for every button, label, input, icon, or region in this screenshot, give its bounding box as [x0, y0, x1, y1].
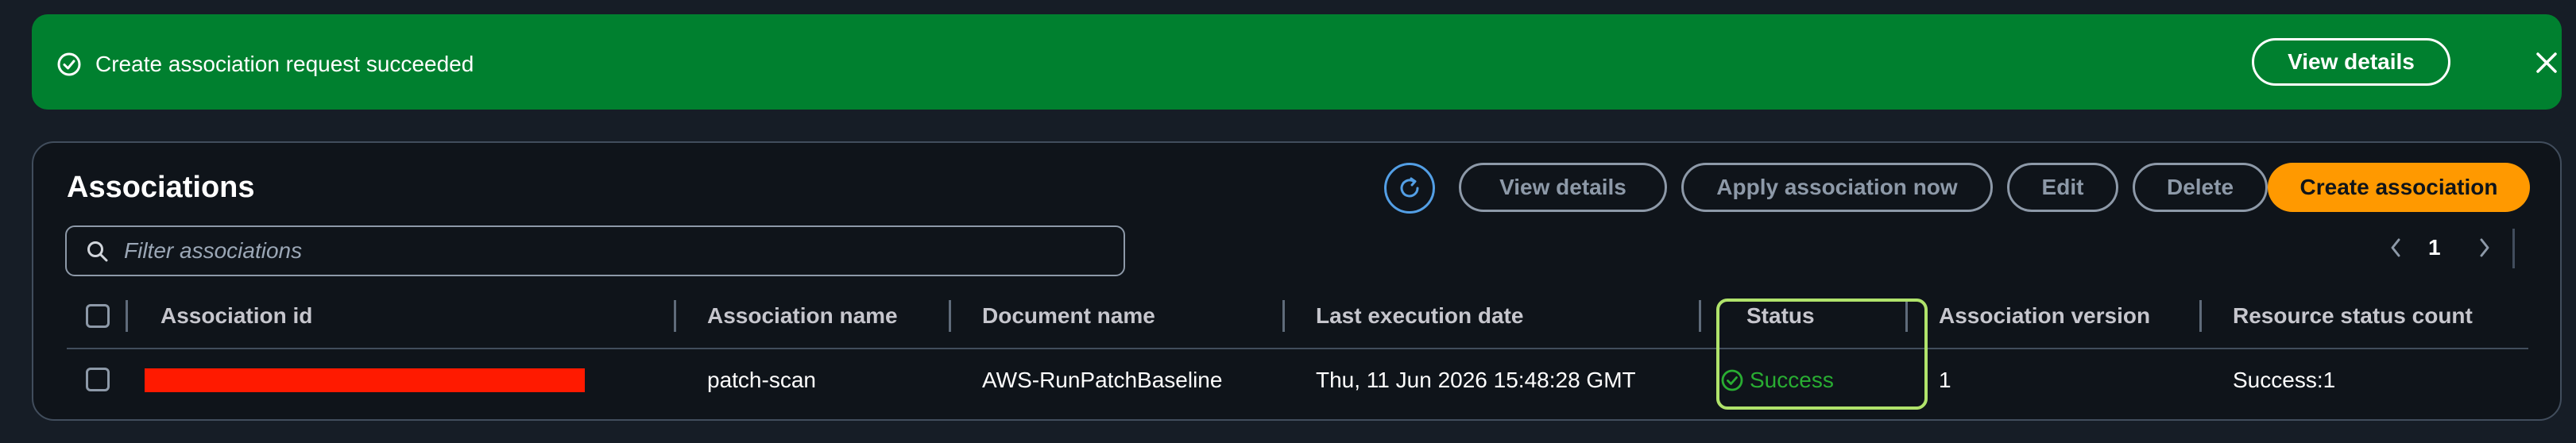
- last-execution-date-cell: Thu, 11 Jun 2026 15:48:28 GMT: [1316, 368, 1636, 392]
- select-all-checkbox[interactable]: [86, 304, 110, 328]
- flash-message: Create association request succeeded: [95, 52, 474, 76]
- column-separator: [1282, 300, 1285, 332]
- column-header-document-name[interactable]: Document name: [982, 303, 1155, 329]
- column-header-last-execution-date[interactable]: Last execution date: [1316, 303, 1523, 329]
- resource-status-count-cell: Success:1: [2233, 368, 2336, 392]
- association-version-cell: 1: [1939, 368, 1951, 392]
- column-separator: [674, 300, 676, 332]
- column-header-association-version[interactable]: Association version: [1939, 303, 2150, 329]
- associations-panel: Associations View details Apply associat…: [32, 141, 2562, 421]
- search-icon: [87, 241, 108, 262]
- refresh-button[interactable]: [1384, 163, 1435, 214]
- document-name-cell: AWS-RunPatchBaseline: [982, 368, 1223, 392]
- success-flash-banner: Create association request succeeded Vie…: [32, 14, 2562, 110]
- delete-button[interactable]: Delete: [2133, 163, 2268, 212]
- row-select-checkbox[interactable]: [86, 368, 110, 391]
- column-header-association-id[interactable]: Association id: [161, 303, 312, 329]
- column-separator: [2199, 300, 2202, 332]
- apply-association-now-button[interactable]: Apply association now: [1681, 163, 1993, 212]
- table-header-divider: [67, 348, 2528, 349]
- create-association-button[interactable]: Create association: [2268, 163, 2530, 212]
- view-details-button[interactable]: View details: [1459, 163, 1667, 212]
- redacted-association-id[interactable]: [145, 368, 585, 392]
- refresh-icon: [1400, 177, 1419, 198]
- column-separator: [1699, 300, 1701, 332]
- column-header-association-name[interactable]: Association name: [707, 303, 898, 329]
- close-icon[interactable]: [2533, 49, 2560, 76]
- flash-view-details-button[interactable]: View details: [2252, 38, 2450, 86]
- status-column-highlight: [1716, 299, 1928, 410]
- chevron-left-icon[interactable]: [2384, 232, 2408, 264]
- check-circle-icon: [57, 52, 81, 76]
- column-header-resource-status-count[interactable]: Resource status count: [2233, 303, 2473, 329]
- edit-button[interactable]: Edit: [2007, 163, 2118, 212]
- association-name-cell: patch-scan: [707, 368, 816, 392]
- chevron-right-icon[interactable]: [2473, 232, 2497, 264]
- column-separator: [949, 300, 951, 332]
- filter-associations-input[interactable]: [122, 230, 1108, 272]
- filter-field: [65, 225, 1125, 276]
- current-page-number[interactable]: 1: [2428, 232, 2441, 264]
- column-separator: [126, 300, 128, 332]
- pager-divider: [2512, 229, 2515, 268]
- panel-title: Associations: [67, 171, 255, 204]
